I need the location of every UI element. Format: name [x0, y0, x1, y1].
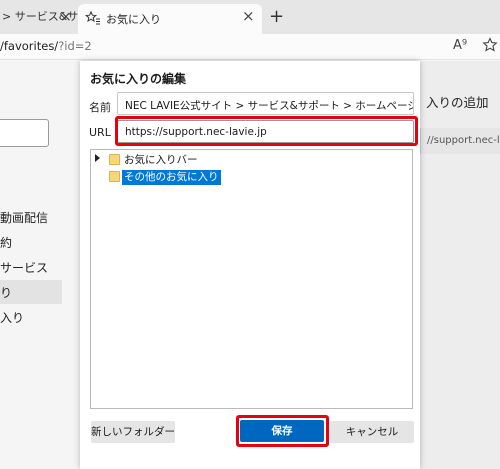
sidebar-item-selected[interactable]: り — [0, 280, 62, 304]
sidebar-item-video[interactable]: 動画配信 — [0, 209, 48, 226]
folder-label-favorites-bar: お気に入りバー — [124, 154, 198, 166]
edit-favorite-dialog: お気に入りの編集 名前 NEC LAVIE公式サイト > サービス&サポート >… — [80, 61, 420, 469]
folder-icon — [109, 171, 120, 182]
add-favorite-star-icon[interactable] — [482, 37, 498, 53]
tab-services-close-icon[interactable]: × — [60, 10, 72, 24]
tab-strip: > サービス&サ × お気に入り × + — [0, 0, 500, 34]
address-url-path: /favorites/ — [0, 39, 59, 53]
tab-favorites-close-icon[interactable]: × — [242, 9, 255, 24]
url-field[interactable]: https://support.nec-lavie.jp — [117, 120, 414, 143]
read-aloud-icon[interactable]: A⁹ — [453, 38, 467, 53]
url-label: URL — [89, 126, 111, 139]
sidebar-search-input[interactable] — [0, 119, 49, 147]
add-favorite-panel — [420, 61, 500, 469]
folder-row-other-favorites[interactable]: その他のお気に入り — [95, 170, 295, 186]
name-label: 名前 — [89, 101, 111, 114]
address-bar[interactable]: /favorites/?id=2 A⁹ — [0, 34, 500, 60]
expand-arrow-icon[interactable] — [95, 154, 100, 162]
sidebar-item-service[interactable]: サービス — [0, 259, 48, 276]
add-favorite-url-field[interactable]: //support.nec-lavie — [420, 128, 500, 154]
sidebar-item-contract[interactable]: 約 — [0, 234, 12, 251]
add-favorite-title: 入りの追加 — [426, 95, 489, 110]
folder-label-other-favorites: その他のお気に入り — [122, 170, 221, 185]
sidebar-item-favorites[interactable]: 入り — [0, 309, 24, 326]
folder-tree: お気に入りバー その他のお気に入り — [90, 149, 413, 409]
cancel-button[interactable]: キャンセル — [330, 421, 414, 443]
tab-services[interactable]: > サービス&サ × — [0, 6, 78, 34]
tab-favorites[interactable]: お気に入り × — [78, 4, 262, 34]
address-url-query: ?id=2 — [58, 39, 92, 53]
save-button[interactable]: 保存 — [240, 420, 324, 442]
sidebar-item-selected-label: り — [0, 286, 13, 300]
name-field[interactable]: NEC LAVIE公式サイト > サービス&サポート > ホームページ — [117, 92, 414, 115]
favorites-star-icon — [85, 10, 100, 25]
folder-row-favorites-bar[interactable]: お気に入りバー — [95, 153, 295, 169]
folder-icon — [109, 154, 120, 165]
address-url: /favorites/?id=2 — [0, 39, 92, 53]
new-folder-button[interactable]: 新しいフォルダー — [91, 421, 175, 443]
new-tab-button[interactable]: + — [269, 8, 284, 26]
dialog-title: お気に入りの編集 — [90, 72, 187, 86]
tab-favorites-label: お気に入り — [106, 13, 161, 26]
